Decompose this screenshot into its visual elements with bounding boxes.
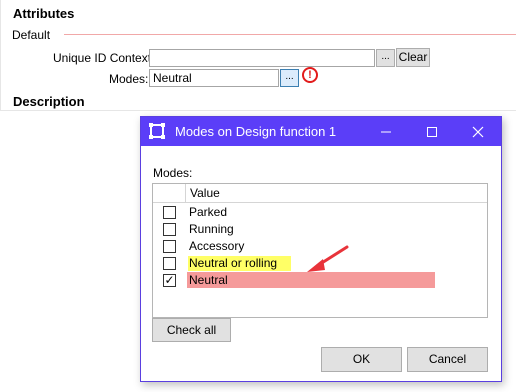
description-heading: Description — [13, 94, 85, 109]
mode-label: Neutral — [189, 273, 228, 287]
dialog-modes-label: Modes: — [153, 166, 193, 180]
mode-label: Running — [189, 222, 234, 236]
modes-field[interactable]: Neutral — [149, 69, 279, 87]
maximize-icon — [427, 127, 437, 138]
attributes-heading: Attributes — [13, 6, 75, 21]
value-column-header: Value — [190, 186, 220, 200]
list-item[interactable]: Parked — [153, 204, 487, 221]
maximize-button[interactable] — [409, 117, 455, 146]
close-icon — [472, 126, 484, 138]
unique-id-field[interactable] — [149, 49, 375, 67]
function-app-icon — [149, 123, 165, 139]
mode-label: Parked — [189, 205, 228, 219]
unique-id-label: Unique ID Context: — [53, 51, 155, 65]
modes-label: Modes: — [109, 72, 149, 86]
section-divider — [64, 34, 516, 35]
mode-label: Accessory — [189, 239, 245, 253]
default-section-label: Default — [12, 28, 51, 42]
red-arrow-annotation — [307, 245, 349, 272]
modes-grid: Value Parked Running Accessory Neutral o… — [152, 183, 488, 318]
mode-checkbox[interactable] — [163, 206, 176, 219]
description-divider — [0, 110, 516, 111]
modes-browse-button[interactable]: ... — [280, 69, 299, 87]
minimize-button[interactable] — [363, 117, 409, 146]
dialog-titlebar[interactable]: Modes on Design function 1 — [141, 117, 501, 146]
select-column-header — [153, 184, 186, 202]
dialog-title: Modes on Design function 1 — [175, 124, 337, 139]
modes-dialog: Modes on Design function 1 Modes: Value … — [140, 116, 502, 382]
list-item[interactable]: Running — [153, 221, 487, 238]
mode-checkbox[interactable] — [163, 223, 176, 236]
clear-button[interactable]: Clear — [396, 48, 430, 67]
mode-checkbox[interactable] — [163, 257, 176, 270]
mode-label-highlighted: Neutral or rolling — [188, 256, 292, 271]
cancel-button[interactable]: Cancel — [407, 347, 488, 372]
mode-checkbox-checked[interactable]: ✓ — [163, 274, 176, 287]
mode-checkbox[interactable] — [163, 240, 176, 253]
grid-header: Value — [153, 184, 487, 203]
close-button[interactable] — [455, 117, 501, 146]
unique-id-browse-button[interactable]: ... — [376, 49, 395, 67]
check-all-button[interactable]: Check all — [152, 318, 231, 342]
panel-left-border — [0, 0, 1, 110]
minimize-icon — [381, 131, 391, 133]
warning-icon: ! — [302, 67, 318, 83]
ok-button[interactable]: OK — [321, 347, 402, 372]
